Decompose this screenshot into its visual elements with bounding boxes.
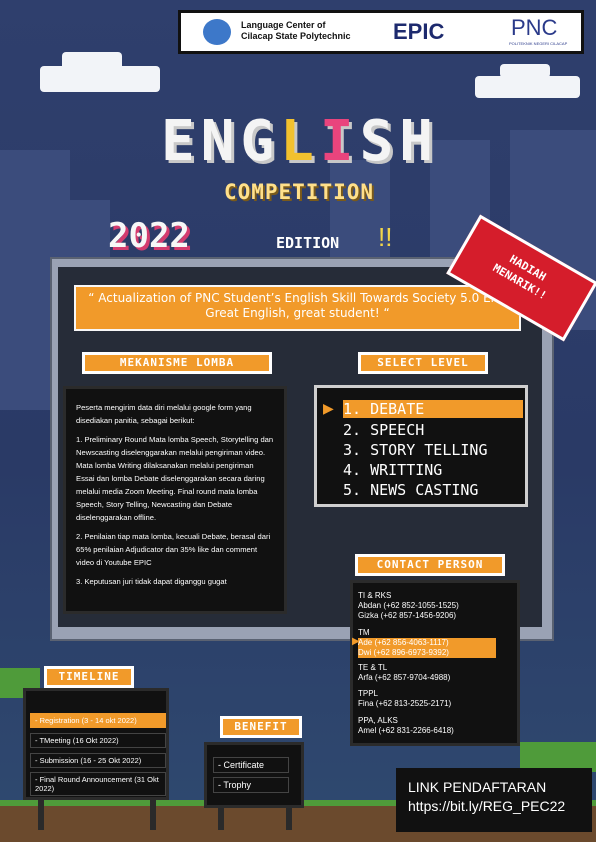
level-option-news-casting[interactable]: 5. NEWS CASTING — [343, 481, 523, 499]
contact-heading: CONTACT PERSON — [355, 554, 505, 576]
contact-group-name: TI & RKS — [358, 591, 392, 600]
title-letter: H — [399, 109, 440, 174]
level-option-debate[interactable]: 1. DEBATE — [343, 400, 523, 418]
title-letter: L — [280, 109, 320, 174]
title-letter: I — [319, 109, 360, 174]
benefit-box: - Certificate - Trophy — [204, 742, 304, 808]
mekanisme-item: 1. Preliminary Round Mata lomba Speech, … — [76, 435, 274, 522]
title-letter: S — [359, 109, 400, 174]
mekanisme-box: Peserta mengirim data diri melalui googl… — [63, 386, 287, 614]
cloud — [500, 64, 550, 78]
contact-box: TI & RKS Abdan (+62 852-1055-1525) Gizka… — [350, 580, 520, 746]
title-edition: EDITION — [276, 234, 340, 252]
level-option-writting[interactable]: 4. WRITTING — [343, 461, 523, 479]
sign-leg — [150, 800, 156, 830]
registration-link[interactable]: https://bit.ly/REG_PEC22 — [408, 797, 592, 816]
pnc-subtitle: POLITEKNIK NEGERI CILACAP — [509, 41, 568, 46]
level-heading: SELECT LEVEL — [358, 352, 488, 374]
contact-group: TM Ade (+62 856-4063-1117) Dwi (+62 896-… — [358, 628, 496, 658]
contact-group: TPPL Fina (+62 813-2525-2171) — [358, 689, 496, 709]
timeline-item: - Registration (3 - 14 okt 2022) — [30, 713, 166, 728]
title-subtitle: COMPETITION — [223, 180, 375, 204]
timeline-item: - Final Round Announcement (31 Okt 2022) — [30, 772, 166, 796]
timeline-item: - Submission (16 - 25 Okt 2022) — [30, 753, 166, 768]
level-option-story-telling[interactable]: 3. STORY TELLING — [343, 441, 523, 459]
contact-line[interactable]: Ade (+62 856-4063-1117) — [358, 638, 496, 648]
contact-group: PPA, ALKS Amel (+62 831-2266-6418) — [358, 716, 496, 736]
title-letter: N — [200, 109, 241, 174]
sign-leg — [218, 808, 224, 830]
org-name: Language Center of Cilacap State Polytec… — [241, 20, 351, 41]
title-letter: G — [240, 109, 281, 174]
contact-line[interactable]: Arfa (+62 857-9704-4988) — [358, 673, 496, 683]
benefit-item: - Certificate — [213, 757, 289, 773]
timeline-item: - TMeeting (16 Okt 2022) — [30, 733, 166, 748]
epic-logo: EPIC — [393, 19, 445, 44]
contact-line[interactable]: Dwi (+62 896-6973-9392) — [358, 648, 496, 658]
mekanisme-item: 2. Penilaian tiap mata lomba, kecuali De… — [76, 532, 271, 567]
contact-line[interactable]: Abdan (+62 852-1055-1525) — [358, 601, 496, 611]
globe-icon — [203, 19, 231, 45]
logo-bar: Language Center of Cilacap State Polytec… — [178, 10, 584, 54]
title-letter: E — [160, 109, 201, 174]
title-english: ENGLISH — [105, 112, 495, 172]
timeline-box: - Registration (3 - 14 okt 2022) - TMeet… — [23, 688, 169, 800]
contact-group-name: TPPL — [358, 689, 379, 698]
sign-leg — [38, 800, 44, 830]
timeline-heading: TIMELINE — [44, 666, 134, 688]
title-year: 2022 — [108, 216, 190, 256]
contact-group-name: TM — [358, 628, 370, 637]
benefit-heading: BENEFIT — [220, 716, 302, 738]
mekanisme-heading: MEKANISME LOMBA — [82, 352, 272, 374]
contact-group-name: PPA, ALKS — [358, 716, 398, 725]
benefit-item: - Trophy — [213, 777, 289, 793]
cloud — [62, 52, 122, 70]
contact-line[interactable]: Fina (+62 813-2525-2171) — [358, 699, 496, 709]
sign-leg — [286, 808, 292, 830]
mekanisme-intro: Peserta mengirim data diri melalui googl… — [76, 403, 252, 425]
pnc-logo: PNC — [511, 15, 558, 40]
link-label: LINK PENDAFTARAN — [408, 779, 547, 795]
tagline-quote: “ Actualization of PNC Student’s English… — [74, 285, 521, 331]
contact-line[interactable]: Amel (+62 831-2266-6418) — [358, 726, 496, 736]
contact-group-name: TE & TL — [358, 663, 388, 672]
contact-group: TI & RKS Abdan (+62 852-1055-1525) Gizka… — [358, 591, 496, 621]
mekanisme-item: 3. Keputusan juri tidak dapat diganggu g… — [76, 577, 227, 586]
cursor-icon: ▶ — [323, 400, 334, 416]
contact-line[interactable]: Gizka (+62 857-1456-9206) — [358, 611, 496, 621]
contact-group: TE & TL Arfa (+62 857-9704-4988) — [358, 663, 496, 683]
level-option-speech[interactable]: 2. SPEECH — [343, 421, 523, 439]
cloud — [475, 76, 580, 98]
registration-link-box[interactable]: LINK PENDAFTARAN https://bit.ly/REG_PEC2… — [396, 768, 592, 832]
title-bang: !! — [378, 222, 393, 252]
building — [330, 160, 390, 270]
level-menu: ▶ 1. DEBATE 2. SPEECH 3. STORY TELLING 4… — [314, 385, 528, 507]
